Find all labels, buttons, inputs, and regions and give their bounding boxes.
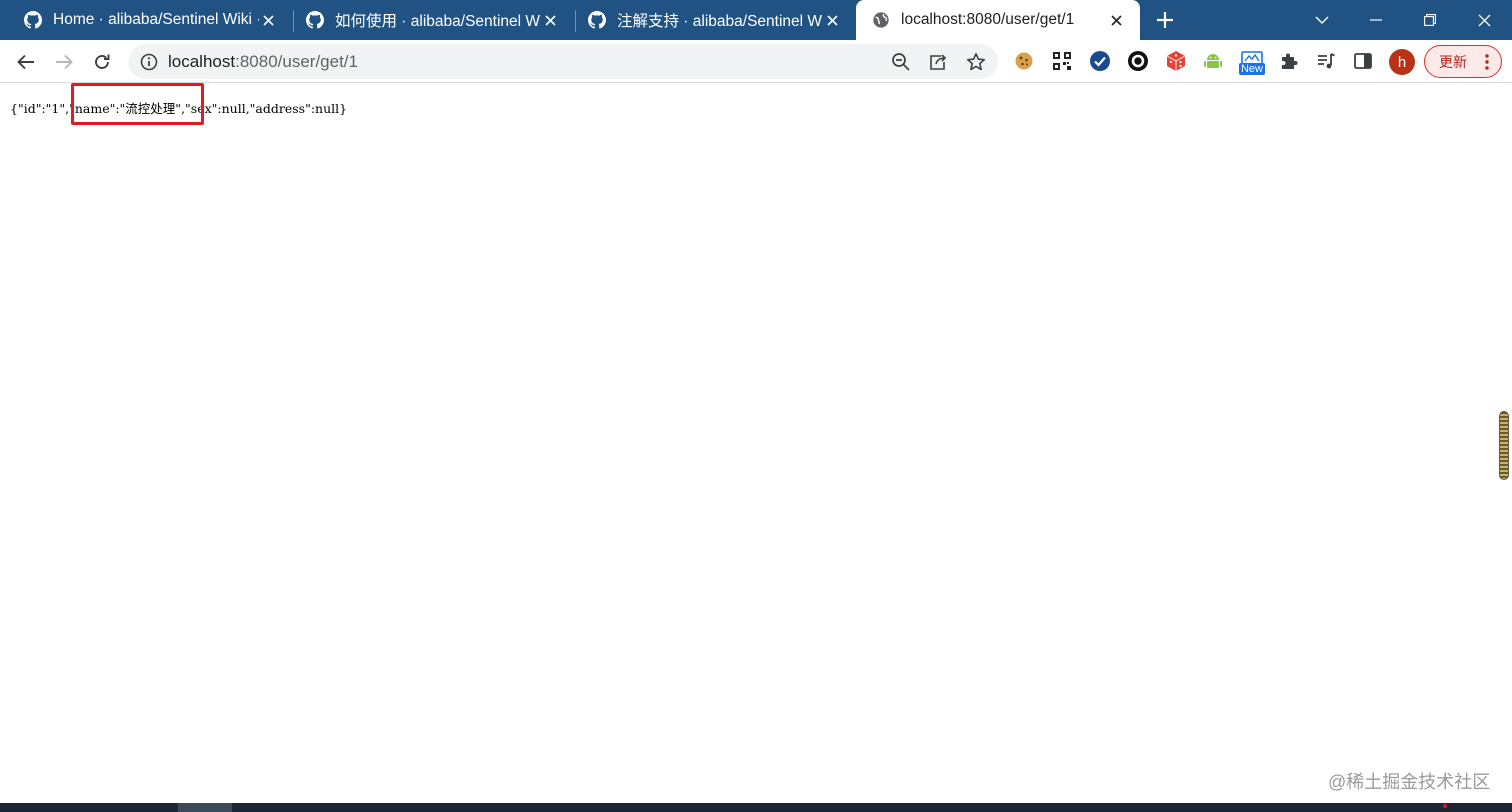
github-icon (306, 11, 324, 29)
tab-title: Home · alibaba/Sentinel Wiki · (53, 11, 259, 28)
close-tab-icon[interactable] (822, 10, 842, 30)
url-host: localhost (168, 52, 236, 71)
update-button-label: 更新 (1439, 53, 1467, 70)
reload-icon[interactable] (90, 50, 114, 74)
tab-title: localhost:8080/user/get/1 (901, 11, 1075, 28)
highlight-annotation-box (71, 83, 204, 125)
tab-annotation-support[interactable]: 注解支持 · alibaba/Sentinel Wiki (564, 0, 856, 40)
cookie-icon[interactable] (1013, 50, 1035, 72)
side-panel-icon[interactable] (1352, 50, 1374, 72)
watermark: @稀土掘金技术社区 (1328, 772, 1491, 792)
new-badge-label: New (1238, 63, 1265, 75)
globe-icon (873, 12, 889, 28)
site-info-icon[interactable] (140, 53, 158, 71)
json-rest-fragment: ,"sex":null,"address":null} (181, 101, 348, 116)
close-tab-icon[interactable] (258, 10, 278, 30)
address-bar[interactable]: localhost:8080/user/get/1 (128, 44, 998, 79)
scrollbar-thumb[interactable] (1499, 411, 1509, 480)
update-button[interactable]: 更新 (1424, 45, 1502, 78)
more-menu-icon[interactable] (1485, 54, 1489, 70)
taskbar-item[interactable] (178, 803, 232, 812)
android-icon[interactable] (1202, 50, 1224, 72)
tab-how-to-use[interactable]: 如何使用 · alibaba/Sentinel Wiki (282, 0, 574, 40)
tab-search-icon[interactable] (1295, 0, 1349, 40)
url-path: :8080/user/get/1 (235, 52, 358, 71)
close-tab-icon[interactable] (1106, 10, 1126, 30)
url-text: localhost:8080/user/get/1 (168, 52, 358, 72)
profile-avatar[interactable]: h (1389, 49, 1415, 75)
tab-localhost-active[interactable]: localhost:8080/user/get/1 (856, 0, 1140, 40)
tab-title: 如何使用 · alibaba/Sentinel Wiki (335, 13, 541, 30)
close-window-icon[interactable] (1457, 0, 1511, 40)
close-tab-icon[interactable] (540, 10, 560, 30)
restore-icon[interactable] (1403, 0, 1457, 40)
back-arrow-icon[interactable] (14, 50, 38, 74)
notification-dot (1443, 804, 1447, 808)
os-taskbar (0, 803, 1512, 812)
minimize-icon[interactable] (1349, 0, 1403, 40)
check-circle-icon[interactable] (1089, 50, 1111, 72)
browser-toolbar: localhost:8080/user/get/1 New (0, 40, 1512, 83)
tab-title: 注解支持 · alibaba/Sentinel Wiki (617, 13, 823, 30)
bookmark-star-icon[interactable] (966, 52, 986, 72)
new-badge-icon[interactable]: New (1238, 49, 1266, 77)
json-id-fragment: {"id":"1", (10, 101, 70, 116)
dice-icon[interactable] (1165, 50, 1187, 72)
ring-icon[interactable] (1127, 50, 1149, 72)
forward-arrow-icon[interactable] (52, 50, 76, 74)
zoom-out-icon[interactable] (891, 52, 911, 72)
new-tab-icon[interactable] (1154, 9, 1176, 31)
tab-strip: Home · alibaba/Sentinel Wiki · 如何使用 · al… (0, 0, 1512, 40)
qr-code-icon[interactable] (1051, 50, 1073, 72)
media-queue-icon[interactable] (1315, 50, 1337, 72)
puzzle-icon[interactable] (1278, 50, 1300, 72)
github-icon (24, 11, 42, 29)
github-icon (588, 11, 606, 29)
share-icon[interactable] (928, 52, 948, 72)
tab-home-sentinel-wiki[interactable]: Home · alibaba/Sentinel Wiki · (0, 0, 292, 40)
